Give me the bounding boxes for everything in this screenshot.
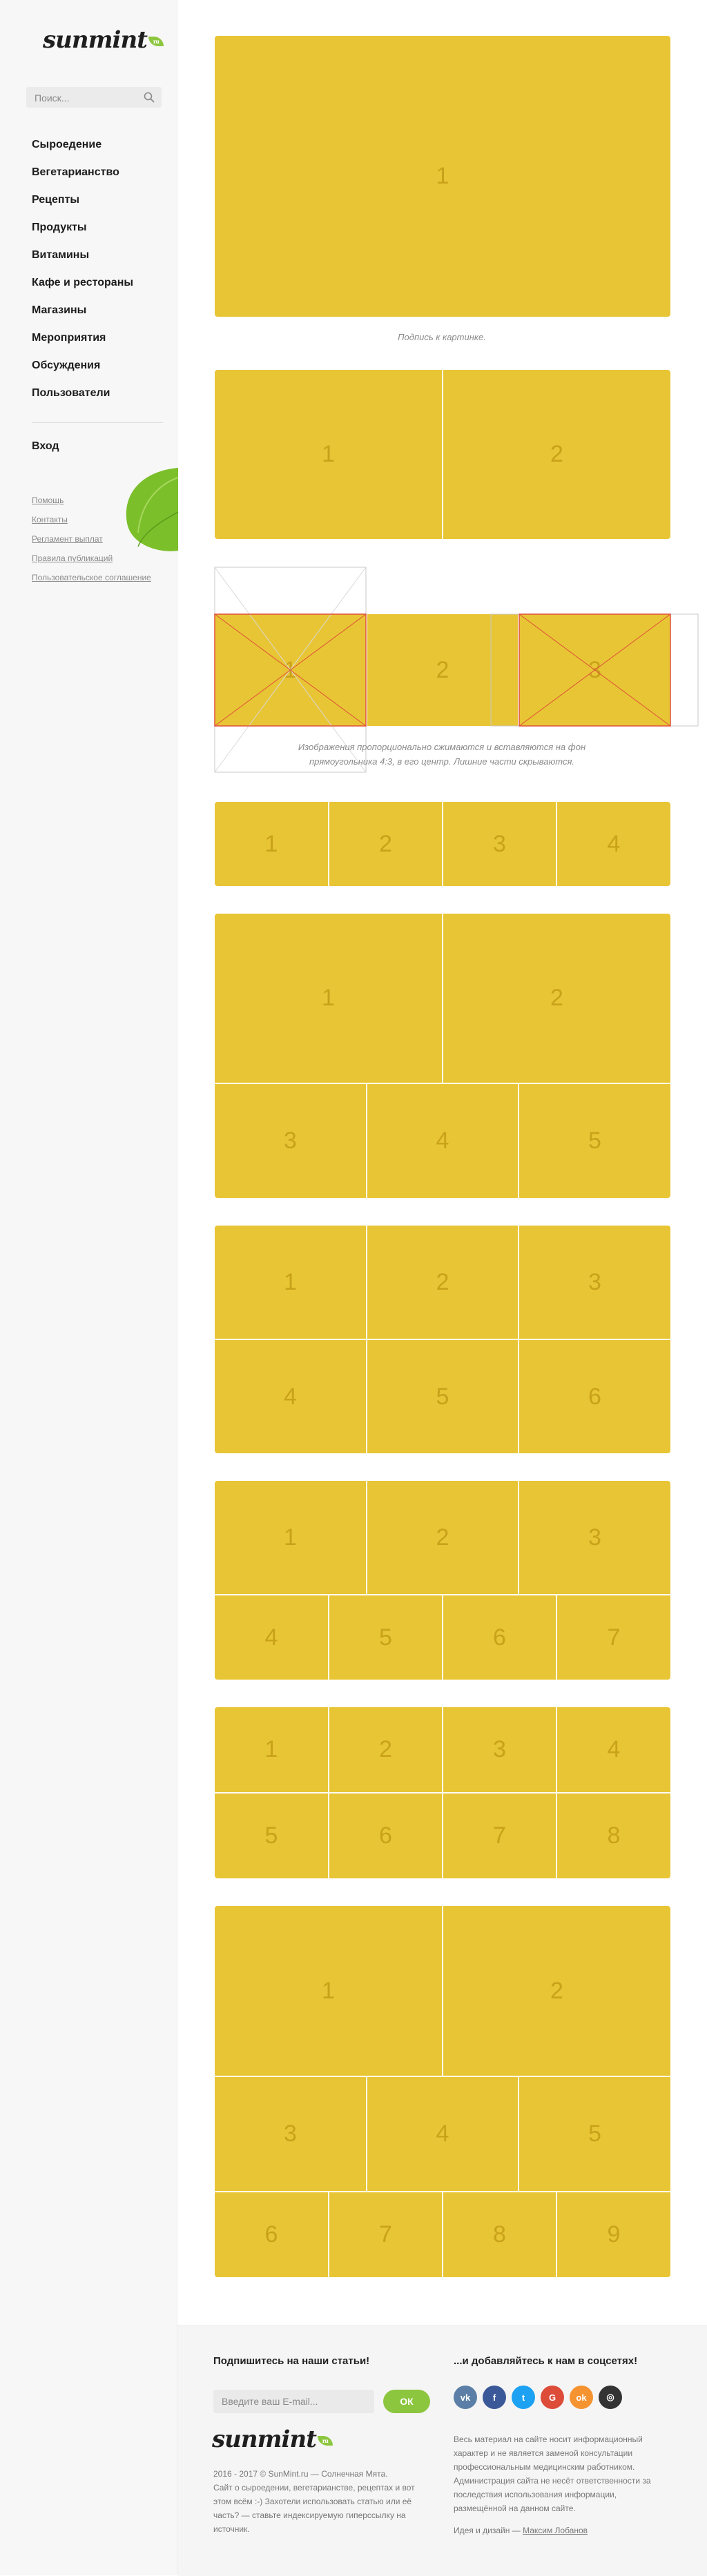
- logo-leaf-icon: ru: [317, 2436, 333, 2446]
- gallery-tile[interactable]: 1: [215, 1707, 328, 1792]
- gallery-tile[interactable]: 2: [443, 1906, 670, 2076]
- main-nav: Сыроедение Вегетарианство Рецепты Продук…: [32, 135, 133, 411]
- search-icon[interactable]: [144, 92, 155, 103]
- nav-item-recipes[interactable]: Рецепты: [32, 190, 133, 218]
- gallery-tile[interactable]: 2: [329, 1707, 442, 1792]
- disclaimer: Весь материал на сайте носит информацион…: [454, 2435, 651, 2513]
- gallery-tile[interactable]: 5: [519, 1084, 670, 1198]
- design-author-link[interactable]: Максим Лобанов: [523, 2526, 588, 2535]
- gallery-tile[interactable]: 3: [443, 1707, 556, 1792]
- gallery-7: 1 2 3 4 5 6 7: [215, 1481, 670, 1680]
- login-link[interactable]: Вход: [32, 440, 59, 453]
- gallery-tile[interactable]: 5: [215, 1793, 328, 1878]
- subscribe-button[interactable]: ОК: [383, 2390, 430, 2413]
- nav-item-discussions[interactable]: Обсуждения: [32, 356, 133, 384]
- nav-item-vegetarianism[interactable]: Вегетарианство: [32, 163, 133, 190]
- gallery-tile[interactable]: 5: [367, 1340, 518, 1453]
- gallery-tile[interactable]: 7: [329, 2192, 442, 2277]
- site-logo[interactable]: sunmint ru: [43, 26, 164, 54]
- gallery-tile[interactable]: 6: [443, 1595, 556, 1680]
- gallery-tile[interactable]: 2: [367, 1481, 518, 1594]
- gallery-tile[interactable]: 1: [215, 1906, 442, 2076]
- nav-item-products[interactable]: Продукты: [32, 218, 133, 246]
- nav-item-cafes[interactable]: Кафе и рестораны: [32, 273, 133, 301]
- gallery-tile[interactable]: 3: [443, 802, 556, 886]
- social-title: ...и добавляйтесь к нам в соцсетях!: [454, 2355, 638, 2367]
- gallery-tile[interactable]: 4: [215, 1595, 328, 1680]
- copyright-text: Сайт о сыроедении, вегетарианстве, рецеп…: [213, 2483, 415, 2534]
- gallery-tile[interactable]: 6: [215, 2192, 328, 2277]
- search-input[interactable]: [33, 91, 139, 105]
- design-credit: Идея и дизайн — Максим Лобанов: [454, 2524, 661, 2537]
- gallery-tile[interactable]: 8: [443, 2192, 556, 2277]
- google-icon[interactable]: G: [541, 2386, 564, 2409]
- facebook-icon[interactable]: f: [483, 2386, 506, 2409]
- gallery-tile[interactable]: 6: [329, 1793, 442, 1878]
- twitter-icon[interactable]: t: [512, 2386, 535, 2409]
- copyright: 2016 - 2017 © SunMint.ru — Солнечная Мят…: [213, 2467, 420, 2536]
- galleries-2: 1 2 3 4 1 2 3 4 5 1 2 3 4 5 6 1 2 3 4 5 …: [177, 0, 707, 2326]
- gallery-5: 1 2 3 4 5: [215, 914, 670, 1198]
- sidebar-divider: [32, 422, 163, 423]
- gallery-tile[interactable]: 7: [443, 1793, 556, 1878]
- gallery-tile[interactable]: 7: [557, 1595, 670, 1680]
- gallery-tile[interactable]: 5: [519, 2077, 670, 2191]
- link-payouts[interactable]: Регламент выплат: [32, 533, 151, 552]
- gallery-tile[interactable]: 1: [215, 1481, 366, 1594]
- footer: Подпишитесь на наши статьи! ОК sunmintru…: [177, 2326, 707, 2576]
- gallery-tile[interactable]: 3: [215, 1084, 366, 1198]
- gallery-tile[interactable]: 8: [557, 1793, 670, 1878]
- logo-leaf-icon: ru: [148, 37, 164, 46]
- link-publish-rules[interactable]: Правила публикаций: [32, 552, 151, 571]
- link-help[interactable]: Помощь: [32, 494, 151, 513]
- gallery-8: 1 2 3 4 5 6 7 8: [215, 1707, 670, 1878]
- social-links: vk f t G ok ◎: [454, 2386, 622, 2409]
- footer-logo[interactable]: sunmint ru: [212, 2426, 333, 2453]
- gallery-tile[interactable]: 4: [367, 1084, 518, 1198]
- gallery-tile[interactable]: 2: [443, 914, 670, 1083]
- gallery-tile[interactable]: 2: [329, 802, 442, 886]
- gallery-9: 1 2 3 4 5 6 7 8 9: [215, 1906, 670, 2277]
- gallery-tile[interactable]: 2: [367, 1226, 518, 1339]
- email-field[interactable]: [213, 2390, 374, 2413]
- nav-item-events[interactable]: Мероприятия: [32, 328, 133, 356]
- odnoklassniki-icon[interactable]: ok: [570, 2386, 593, 2409]
- gallery-tile[interactable]: 4: [367, 2077, 518, 2191]
- gallery-tile[interactable]: 9: [557, 2192, 670, 2277]
- gallery-tile[interactable]: 3: [215, 2077, 366, 2191]
- design-prefix: Идея и дизайн —: [454, 2526, 521, 2535]
- gallery-tile[interactable]: 4: [557, 802, 670, 886]
- link-contacts[interactable]: Контакты: [32, 513, 151, 533]
- gallery-tile[interactable]: 4: [215, 1340, 366, 1453]
- gallery-tile[interactable]: 6: [519, 1340, 670, 1453]
- nav-item-vitamins[interactable]: Витамины: [32, 246, 133, 273]
- gallery-tile[interactable]: 3: [519, 1226, 670, 1339]
- subscribe-title: Подпишитесь на наши статьи!: [213, 2355, 370, 2367]
- nav-item-raw-food[interactable]: Сыроедение: [32, 135, 133, 163]
- link-user-agreement[interactable]: Пользовательское соглашение: [32, 571, 151, 591]
- copyright-line: 2016 - 2017 © SunMint.ru — Солнечная Мят…: [213, 2469, 388, 2479]
- instagram-icon[interactable]: ◎: [599, 2386, 622, 2409]
- footer-links: Помощь Контакты Регламент выплат Правила…: [32, 494, 151, 591]
- gallery-6: 1 2 3 4 5 6: [215, 1226, 670, 1453]
- gallery-tile[interactable]: 1: [215, 802, 328, 886]
- sidebar: sunmintru Сыроедение Вегетарианство Реце…: [0, 0, 179, 2575]
- vk-icon[interactable]: vk: [454, 2386, 477, 2409]
- nav-item-shops[interactable]: Магазины: [32, 301, 133, 328]
- gallery-4: 1 2 3 4: [215, 802, 670, 886]
- nav-item-users[interactable]: Пользователи: [32, 384, 133, 411]
- gallery-tile[interactable]: 4: [557, 1707, 670, 1792]
- gallery-tile[interactable]: 1: [215, 914, 442, 1083]
- search-box: [26, 87, 162, 108]
- gallery-tile[interactable]: 1: [215, 1226, 366, 1339]
- gallery-tile[interactable]: 3: [519, 1481, 670, 1594]
- gallery-tile[interactable]: 5: [329, 1595, 442, 1680]
